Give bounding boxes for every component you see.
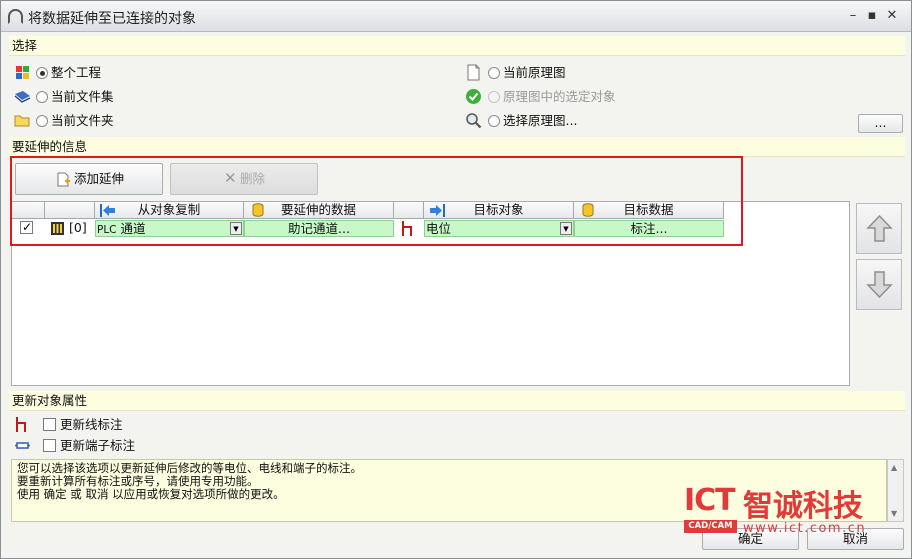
- option-current-folder-label: 当前文件夹: [51, 113, 114, 128]
- close-button[interactable]: ✕: [883, 8, 901, 24]
- grid-header-spacer: [394, 202, 424, 219]
- magnifier-icon: [466, 113, 482, 129]
- grid-header-target-data[interactable]: 目标数据: [574, 202, 724, 219]
- row-check[interactable]: [20, 219, 33, 235]
- grid-header-check: [12, 202, 45, 219]
- row-index: [0]: [69, 220, 87, 235]
- project-icon: [16, 66, 29, 79]
- update-header: 更新对象属性: [9, 391, 905, 411]
- folder-icon: [14, 115, 30, 127]
- database-icon: [252, 203, 264, 217]
- checkbox-update-terminal[interactable]: [43, 439, 56, 452]
- arrow-up-icon: [866, 214, 893, 242]
- watermark-name: 智诚科技: [743, 489, 863, 524]
- window-title: 将数据延伸至已连接的对象: [28, 11, 196, 27]
- option-current-schematic-label: 当前原理图: [503, 65, 566, 80]
- option-current-fileset[interactable]: 当前文件集: [36, 88, 114, 106]
- option-update-wire-text: 更新线标注: [59, 417, 123, 432]
- selection-header: 选择: [9, 36, 905, 56]
- extension-grid: 从对象复制 要延伸的数据 目标对象 目标数据 [0]: [11, 201, 850, 386]
- option-update-terminal-label[interactable]: 更新端子标注: [43, 437, 135, 455]
- grid-header-target-data-label: 目标数据: [623, 202, 674, 217]
- grid-header-source-object-label: 从对象复制: [137, 202, 201, 217]
- arrow-left-icon: [100, 204, 115, 217]
- grid-header-source-data[interactable]: 要延伸的数据: [244, 202, 394, 219]
- grid-header-source-data-label: 要延伸的数据: [280, 202, 356, 217]
- add-document-icon: [57, 172, 70, 187]
- option-selected-objects[interactable]: 原理图中的选定对象: [488, 88, 616, 106]
- arrow-down-icon: [866, 271, 893, 299]
- move-up-button[interactable]: [856, 203, 902, 254]
- move-down-button[interactable]: [856, 259, 902, 310]
- option-current-folder[interactable]: 当前文件夹: [36, 112, 114, 130]
- radio-selected-objects[interactable]: [488, 91, 500, 103]
- plc-module-icon: [51, 222, 64, 235]
- potential-wire-icon: [402, 221, 412, 236]
- source-object-value: 通道: [120, 221, 146, 236]
- extend-info-header: 要延伸的信息: [9, 137, 905, 157]
- delete-x-icon: ✕: [224, 169, 237, 187]
- database-icon: [582, 203, 594, 217]
- dropdown-arrow-icon[interactable]: ▼: [560, 222, 572, 235]
- watermark-url: www.ict.com.cn: [743, 521, 867, 536]
- description-scrollbar[interactable]: ▲ ▼: [887, 459, 904, 522]
- checkbox-update-wire[interactable]: [43, 418, 56, 431]
- option-current-fileset-label: 当前文件集: [51, 89, 114, 104]
- source-object-dropdown[interactable]: PLC 通道 ▼: [95, 220, 244, 237]
- option-update-wire-label[interactable]: 更新线标注: [43, 416, 123, 434]
- grid-header-source-object[interactable]: 从对象复制: [95, 202, 244, 219]
- option-whole-project-label: 整个工程: [51, 65, 102, 80]
- scroll-up-icon[interactable]: ▲: [891, 463, 897, 472]
- dialog-window: 将数据延伸至已连接的对象 – ▪ ✕ 选择 整个工程 当前文件集 当前文件夹 当…: [0, 0, 912, 559]
- add-extension-label: 添加延伸: [74, 171, 125, 186]
- app-icon: [8, 9, 23, 24]
- add-extension-button[interactable]: 添加延伸: [15, 163, 163, 195]
- option-whole-project[interactable]: 整个工程: [36, 64, 101, 82]
- radio-select-schematic[interactable]: [488, 115, 500, 127]
- option-select-schematic[interactable]: 选择原理图...: [488, 112, 577, 130]
- option-selected-objects-label: 原理图中的选定对象: [503, 89, 616, 104]
- green-check-icon: [466, 89, 481, 104]
- target-object-value: 电位: [426, 221, 452, 236]
- watermark-logo: ICT: [684, 483, 736, 518]
- delete-label: 删除: [240, 171, 266, 186]
- grid-header-target-object-label: 目标对象: [473, 202, 524, 217]
- arrow-right-icon: [430, 204, 445, 217]
- title-bar[interactable]: 将数据延伸至已连接的对象 – ▪ ✕: [1, 1, 911, 32]
- radio-whole-project[interactable]: [36, 67, 48, 79]
- row-checkbox[interactable]: [20, 219, 33, 237]
- browse-button[interactable]: ...: [858, 114, 903, 133]
- delete-button[interactable]: ✕ 删除: [170, 163, 318, 195]
- target-object-dropdown[interactable]: 电位 ▼: [424, 220, 574, 237]
- watermark-sub: CAD/CAM: [684, 520, 737, 533]
- dropdown-arrow-icon[interactable]: ▼: [230, 222, 242, 235]
- terminal-icon: [15, 442, 30, 449]
- option-update-terminal-text: 更新端子标注: [59, 438, 135, 453]
- radio-current-fileset[interactable]: [36, 91, 48, 103]
- option-current-schematic[interactable]: 当前原理图: [488, 64, 566, 82]
- grid-header-index: [45, 202, 95, 219]
- source-prefix: PLC: [97, 224, 117, 236]
- document-icon: [467, 64, 480, 81]
- source-data-cell[interactable]: 助记通道...: [244, 220, 394, 237]
- option-select-schematic-label: 选择原理图...: [503, 113, 578, 128]
- radio-current-folder[interactable]: [36, 115, 48, 127]
- fileset-icon: [14, 91, 31, 103]
- scroll-down-icon[interactable]: ▼: [891, 509, 897, 518]
- radio-current-schematic[interactable]: [488, 67, 500, 79]
- potential-wire-icon: [16, 417, 26, 432]
- grid-header-target-object[interactable]: 目标对象: [424, 202, 574, 219]
- minimize-button[interactable]: –: [844, 8, 862, 24]
- maximize-button[interactable]: ▪: [863, 8, 881, 24]
- target-data-cell[interactable]: 标注...: [574, 220, 724, 237]
